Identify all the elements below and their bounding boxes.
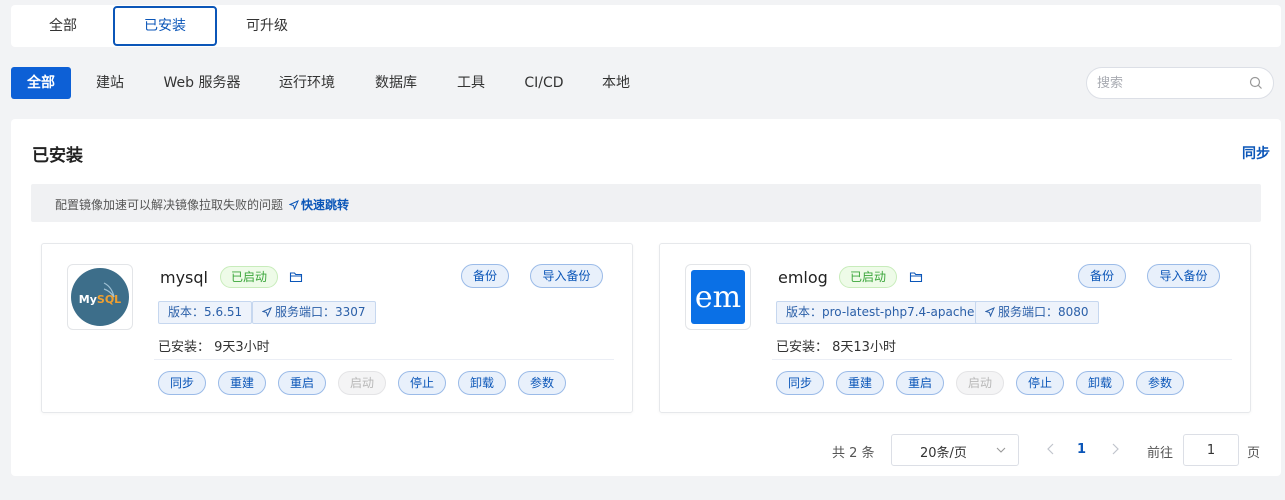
restart-button[interactable]: 重启 [896, 371, 944, 395]
installed-panel: 已安装 同步 配置镜像加速可以解决镜像拉取失败的问题 快速跳转 MySQL my… [11, 119, 1281, 476]
version-tag: 版本：5.6.51 [158, 301, 253, 324]
start-button[interactable]: 启动 [338, 371, 386, 395]
page-size-value: 20条/页 [920, 446, 967, 461]
stop-button[interactable]: 停止 [1016, 371, 1064, 395]
pagination-total: 共 2 条 [832, 446, 875, 461]
app-name: mysql [160, 268, 208, 287]
page-number-current[interactable]: 1 [1077, 442, 1086, 457]
search-icon[interactable] [1249, 76, 1263, 90]
folder-icon[interactable] [289, 270, 303, 284]
uninstall-button[interactable]: 卸载 [1076, 371, 1124, 395]
install-time: 已安装： 9天3小时 [158, 340, 270, 355]
import-backup-button[interactable]: 导入备份 [1147, 264, 1220, 288]
app-logo: em [685, 264, 751, 330]
panel-title: 已安装 [32, 146, 83, 166]
svg-text:em: em [695, 280, 741, 315]
divider [154, 359, 614, 360]
search-input[interactable] [1097, 74, 1247, 92]
app-name: emlog [778, 268, 828, 287]
search-box [1086, 67, 1274, 99]
port-text: 服务端口：8080 [998, 305, 1089, 319]
quick-jump-label: 快速跳转 [301, 198, 350, 212]
status-badge: 已启动 [220, 266, 279, 288]
folder-icon[interactable] [909, 270, 923, 284]
rebuild-button[interactable]: 重建 [218, 371, 266, 395]
install-time: 已安装： 8天13小时 [776, 340, 896, 355]
tab-installed[interactable]: 已安装 [113, 6, 217, 46]
chevron-down-icon [996, 447, 1006, 453]
category-tools[interactable]: 工具 [450, 67, 492, 99]
version-tag: 版本：pro-latest-php7.4-apache [776, 301, 985, 324]
send-icon [261, 307, 272, 318]
category-database[interactable]: 数据库 [368, 67, 424, 99]
import-backup-button[interactable]: 导入备份 [530, 264, 603, 288]
page-size-select[interactable]: 20条/页 [891, 434, 1019, 466]
divider [772, 359, 1232, 360]
params-button[interactable]: 参数 [518, 371, 566, 395]
category-cicd[interactable]: CI/CD [518, 67, 570, 99]
quick-jump-link[interactable]: 快速跳转 [288, 196, 350, 213]
top-tab-bar: 全部 已安装 可升级 [11, 5, 1281, 47]
app-logo: MySQL [67, 264, 133, 330]
notice-text: 配置镜像加速可以解决镜像拉取失败的问题 [55, 198, 284, 212]
status-badge: 已启动 [839, 266, 898, 288]
send-icon [984, 307, 995, 318]
rebuild-button[interactable]: 重建 [836, 371, 884, 395]
goto-page-input[interactable] [1183, 434, 1239, 466]
category-web-server[interactable]: Web 服务器 [158, 67, 246, 99]
category-local[interactable]: 本地 [596, 67, 636, 99]
uninstall-button[interactable]: 卸载 [458, 371, 506, 395]
backup-button[interactable]: 备份 [461, 264, 509, 288]
tab-all[interactable]: 全部 [33, 6, 93, 46]
page-unit-label: 页 [1247, 446, 1261, 461]
next-page-icon[interactable] [1109, 442, 1121, 456]
svg-text:MySQL: MySQL [79, 293, 121, 306]
port-tag: 服务端口：8080 [975, 301, 1099, 324]
send-icon [288, 200, 299, 211]
start-button[interactable]: 启动 [956, 371, 1004, 395]
app-card-emlog: em emlog 已启动 备份 导入备份 版本：pro-latest-php7.… [659, 243, 1251, 413]
mirror-notice: 配置镜像加速可以解决镜像拉取失败的问题 快速跳转 [31, 184, 1261, 222]
restart-button[interactable]: 重启 [278, 371, 326, 395]
port-text: 服务端口：3307 [275, 305, 366, 319]
params-button[interactable]: 参数 [1136, 371, 1184, 395]
category-website[interactable]: 建站 [88, 67, 132, 99]
tab-upgradable[interactable]: 可升级 [235, 6, 299, 46]
port-tag: 服务端口：3307 [252, 301, 376, 324]
sync-button[interactable]: 同步 [776, 371, 824, 395]
sync-link[interactable]: 同步 [1242, 143, 1270, 163]
app-card-mysql: MySQL mysql 已启动 备份 导入备份 版本：5.6.51 服务端口：3… [41, 243, 633, 413]
category-all[interactable]: 全部 [11, 67, 71, 99]
sync-button[interactable]: 同步 [158, 371, 206, 395]
stop-button[interactable]: 停止 [398, 371, 446, 395]
mysql-logo-icon: MySQL [71, 268, 129, 326]
backup-button[interactable]: 备份 [1078, 264, 1126, 288]
goto-label: 前往 [1147, 446, 1174, 461]
emlog-logo-icon: em [691, 270, 745, 324]
category-runtime[interactable]: 运行环境 [272, 67, 342, 99]
prev-page-icon[interactable] [1045, 442, 1057, 456]
